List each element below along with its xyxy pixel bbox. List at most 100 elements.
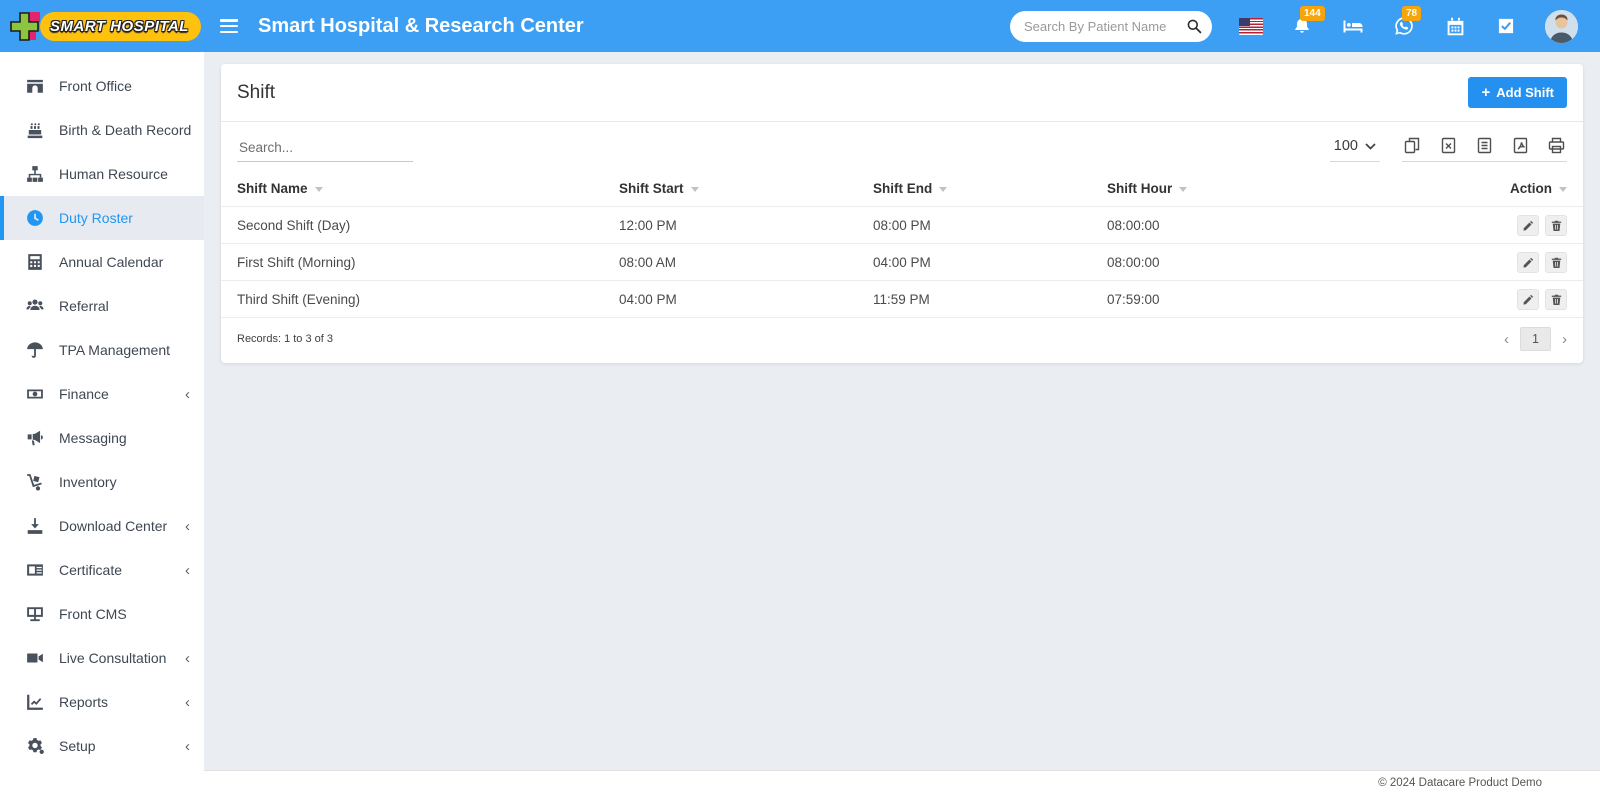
main-content: Shift + Add Shift 100 [204,52,1600,375]
sort-icon [1179,187,1187,192]
sort-icon [315,187,323,192]
pagination-prev[interactable]: ‹ [1502,332,1511,347]
patient-search [1010,11,1212,42]
patient-search-input[interactable] [1024,19,1186,34]
inventory-icon [26,473,44,491]
certificate-icon [26,561,44,579]
delete-button[interactable] [1545,289,1567,310]
table-row: Second Shift (Day) 12:00 PM 08:00 PM 08:… [221,207,1583,244]
reports-icon [26,693,44,711]
header-actions: 144 78 [1010,10,1600,43]
bed-status-icon[interactable] [1341,14,1365,38]
birth-death-record-icon [26,121,44,139]
column-header-shift-end[interactable]: Shift End [857,172,1091,207]
sidebar-item-inventory[interactable]: Inventory [0,460,204,504]
notifications-bell-icon[interactable]: 144 [1290,14,1314,38]
page-size-select[interactable]: 100 [1330,136,1380,162]
shift-table: Shift Name Shift Start Shift End Shift H… [221,172,1583,317]
cell-shift-end: 04:00 PM [857,244,1091,281]
sidebar-item-referral[interactable]: Referral [0,284,204,328]
search-icon[interactable] [1186,18,1202,34]
table-row: Third Shift (Evening) 04:00 PM 11:59 PM … [221,281,1583,318]
sidebar-item-messaging[interactable]: Messaging [0,416,204,460]
cell-shift-start: 04:00 PM [603,281,857,318]
plus-icon: + [1481,85,1490,100]
page-footer: © 2024 Datacare Product Demo [204,770,1600,794]
print-icon[interactable] [1548,137,1565,154]
sidebar-item-annual-calendar[interactable]: Annual Calendar [0,240,204,284]
cell-shift-start: 12:00 PM [603,207,857,244]
cell-shift-hour: 07:59:00 [1091,281,1463,318]
bell-badge: 144 [1300,6,1325,21]
sort-icon [691,187,699,192]
add-shift-label: Add Shift [1496,85,1554,100]
export-excel-icon[interactable] [1440,137,1457,154]
add-shift-button[interactable]: + Add Shift [1468,77,1567,108]
sidebar-item-front-office[interactable]: Front Office [0,64,204,108]
page-title: Shift [237,82,275,104]
duty-roster-icon [26,209,44,227]
delete-button[interactable] [1545,215,1567,236]
delete-button[interactable] [1545,252,1567,273]
pagination-next[interactable]: › [1560,332,1569,347]
chevron-down-icon [1365,143,1376,150]
cell-shift-name: First Shift (Morning) [221,244,603,281]
copy-icon[interactable] [1404,137,1421,154]
sidebar-item-finance[interactable]: Finance ‹ [0,372,204,416]
sidebar-item-certificate[interactable]: Certificate ‹ [0,548,204,592]
sidebar-item-duty-roster[interactable]: Duty Roster [0,196,204,240]
column-header-shift-hour[interactable]: Shift Hour [1091,172,1463,207]
edit-button[interactable] [1517,252,1539,273]
chevron-left-icon: ‹ [185,519,190,534]
cell-shift-start: 08:00 AM [603,244,857,281]
table-search-input[interactable] [237,136,413,162]
cell-shift-name: Third Shift (Evening) [221,281,603,318]
column-header-shift-name[interactable]: Shift Name [221,172,603,207]
sidebar-item-setup[interactable]: Setup ‹ [0,724,204,768]
cell-shift-hour: 08:00:00 [1091,244,1463,281]
chevron-left-icon: ‹ [185,563,190,578]
sidebar-item-reports[interactable]: Reports ‹ [0,680,204,724]
front-office-icon [26,77,44,95]
hospital-logo-icon [10,9,44,43]
sidebar: Front Office Birth & Death Record ‹ Huma… [0,52,204,794]
user-avatar[interactable] [1545,10,1578,43]
column-header-action[interactable]: Action [1463,172,1583,207]
edit-button[interactable] [1517,289,1539,310]
sidebar-item-birth-death-record[interactable]: Birth & Death Record ‹ [0,108,204,152]
whatsapp-icon[interactable]: 78 [1392,14,1416,38]
setup-icon [26,737,44,755]
sidebar-item-live-consultation[interactable]: Live Consultation ‹ [0,636,204,680]
edit-button[interactable] [1517,215,1539,236]
export-pdf-icon[interactable] [1512,137,1529,154]
pagination-page[interactable]: 1 [1520,327,1551,351]
language-flag-icon[interactable] [1239,14,1263,38]
chevron-left-icon: ‹ [185,739,190,754]
messaging-icon [26,429,44,447]
app-header: SMART HOSPITAL Smart Hospital & Research… [0,0,1600,52]
sidebar-item-download-center[interactable]: Download Center ‹ [0,504,204,548]
live-consultation-icon [26,649,44,667]
menu-toggle-button[interactable] [220,19,238,33]
shift-card: Shift + Add Shift 100 [221,64,1583,363]
sidebar-item-front-cms[interactable]: Front CMS [0,592,204,636]
sort-icon [1559,187,1567,192]
download-center-icon [26,517,44,535]
logo-text: SMART HOSPITAL [40,12,201,41]
sidebar-item-human-resource[interactable]: Human Resource [0,152,204,196]
sidebar-item-tpa-management[interactable]: TPA Management [0,328,204,372]
app-logo[interactable]: SMART HOSPITAL [0,9,204,43]
export-toolbar [1402,137,1567,162]
column-header-shift-start[interactable]: Shift Start [603,172,857,207]
cell-shift-end: 08:00 PM [857,207,1091,244]
cell-shift-name: Second Shift (Day) [221,207,603,244]
chevron-left-icon: ‹ [185,387,190,402]
cell-shift-hour: 08:00:00 [1091,207,1463,244]
records-info: Records: 1 to 3 of 3 [237,333,333,345]
sort-icon [939,187,947,192]
calendar-icon[interactable] [1443,14,1467,38]
tasks-icon[interactable] [1494,14,1518,38]
chevron-left-icon: ‹ [185,651,190,666]
export-csv-icon[interactable] [1476,137,1493,154]
finance-icon [26,385,44,403]
